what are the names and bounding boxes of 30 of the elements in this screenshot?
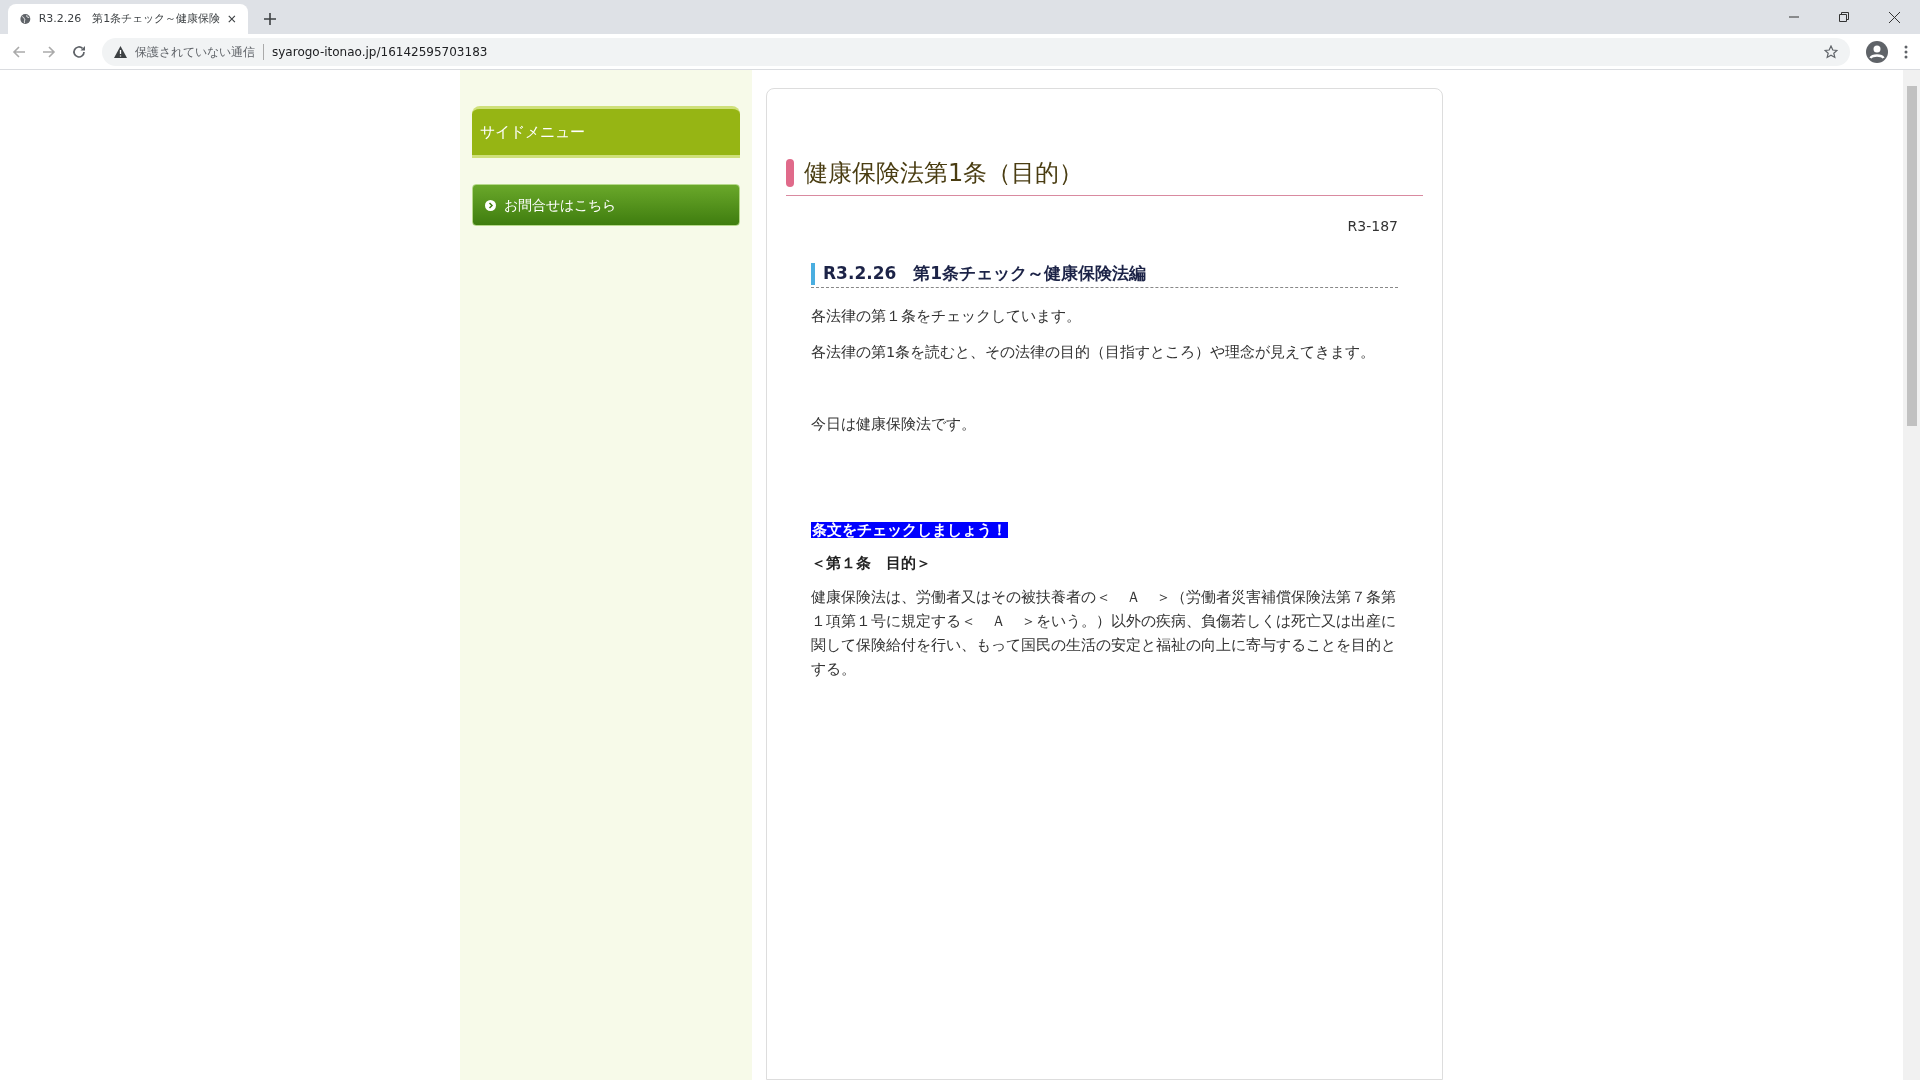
paragraph: 今日は健康保険法です。	[811, 414, 977, 434]
close-icon[interactable]	[228, 14, 236, 24]
close-icon[interactable]	[1889, 11, 1900, 23]
article-heading: ＜第１条 目的＞	[811, 554, 932, 574]
article-subtitle: R3.2.26 第1条チェック～健康保険法編	[823, 262, 1147, 285]
star-icon[interactable]	[1824, 44, 1838, 59]
tab-title: R3.2.26 第1条チェック～健康保険	[38, 10, 221, 27]
chevron-circle-icon	[485, 199, 496, 211]
warning-icon	[114, 45, 127, 58]
paragraph: 健康保険法は、労働者又はその被扶養者の＜ Ａ ＞（労働者災害補償保険法第７条第１項第１号に規定する＜ Ａ ＞をいう。）以外の疾病、負傷若しくは死亡又は出産に関して保険給付を行い、もって国民の生活の安定と福祉の向上に寄与することを目的とする。	[811, 588, 1397, 679]
paragraph: 各法律の第1条を読むと、その法律の目的（目指すところ）や理念が見えてきます。	[811, 342, 1377, 362]
security-label: 保護されていない通信	[135, 43, 255, 61]
reload-icon[interactable]	[72, 44, 86, 59]
sidebar-link[interactable]: お問合せはこちら	[472, 184, 740, 226]
url-text: syarogo-itonao.jp/16142595703183	[272, 43, 488, 61]
paragraph: 各法律の第１条をチェックしています。	[811, 306, 1082, 326]
account-icon[interactable]	[1866, 40, 1888, 63]
browser-tab[interactable]: R3.2.26 第1条チェック～健康保険	[8, 4, 248, 34]
address-bar[interactable]: 保護されていない通信 syarogo-itonao.jp/16142595703183	[102, 37, 1850, 66]
new-tab-icon[interactable]	[264, 13, 276, 25]
subheading-marker	[811, 262, 815, 285]
article-code: R3-187	[1347, 217, 1398, 236]
heading-marker	[786, 159, 794, 187]
page-title: 健康保険法第1条（目的）	[804, 158, 1084, 189]
globe-icon	[20, 12, 31, 26]
side-menu-header: サイドメニュー	[472, 106, 740, 158]
menu-icon[interactable]	[1904, 44, 1908, 59]
highlighted-text: 条文をチェックしましょう！	[811, 521, 1008, 538]
restore-icon[interactable]	[1839, 12, 1849, 22]
scrollbar[interactable]	[1903, 70, 1920, 1080]
